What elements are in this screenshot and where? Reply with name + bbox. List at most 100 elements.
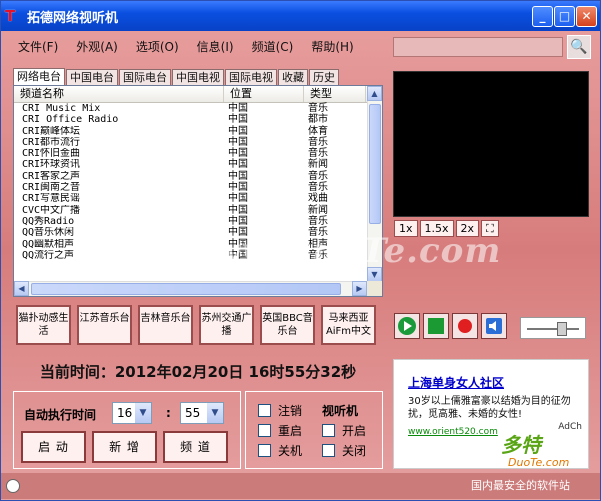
window-title: 拓德网络视听机 — [27, 10, 119, 26]
volume-button[interactable] — [481, 313, 507, 339]
table-row[interactable]: CVC中文广播 中国 新闻 — [14, 205, 382, 216]
status-play-icon[interactable] — [6, 479, 20, 493]
type-cell: 音乐 — [308, 103, 328, 114]
menu-appearance[interactable]: 外观(A) — [67, 35, 127, 57]
search-icon: 🔍 — [570, 39, 588, 55]
hscroll-thumb[interactable] — [31, 283, 341, 295]
shutdown-checkbox[interactable] — [258, 444, 271, 457]
type-cell: 体育 — [308, 125, 328, 137]
ad-text: 30岁以上儒雅富豪以结婚为目的征勿扰，觅高雅、未婚的女性! — [408, 396, 571, 420]
play-button[interactable] — [394, 313, 420, 339]
column-header-name[interactable]: 频道名称 — [14, 86, 224, 102]
table-row[interactable]: CRI环球资讯 中国 新闻 — [14, 159, 382, 170]
logout-checkbox[interactable] — [258, 404, 271, 417]
table-row[interactable]: CRI Music Mix 中国 音乐 — [14, 103, 382, 114]
location-cell: 中国 — [228, 215, 248, 227]
type-cell: 音乐 — [308, 136, 328, 148]
location-cell: 中国 — [228, 159, 248, 171]
tab-favorites[interactable]: 收藏 — [278, 69, 308, 85]
player-on-label: 开启 — [342, 424, 367, 438]
minute-select[interactable]: 55 ▼ — [180, 402, 224, 424]
tab-china-radio[interactable]: 中国电台 — [66, 69, 118, 85]
channel-name-cell: CVC中文广播 — [22, 204, 81, 216]
volume-slider[interactable] — [520, 317, 586, 339]
channel-name-cell: CRI Music Mix — [22, 103, 101, 114]
ad-title[interactable]: 上海单身女人社区 — [408, 374, 588, 391]
tab-intl-tv[interactable]: 国际电视 — [225, 69, 277, 85]
search-input[interactable] — [393, 37, 563, 57]
slider-track — [527, 328, 579, 330]
channel-name-cell: QQ秀Radio — [22, 215, 75, 227]
minimize-button[interactable]: _ — [532, 6, 553, 27]
table-row[interactable]: CRI写意民谣 中国 戏曲 — [14, 193, 382, 204]
quick-channel-button[interactable]: 马来西亚AiFm中文 — [321, 305, 376, 345]
scroll-up-icon[interactable]: ▲ — [367, 86, 382, 101]
column-header-type[interactable]: 类型 — [304, 86, 366, 102]
location-cell: 中国 — [228, 136, 248, 148]
slider-knob[interactable] — [557, 322, 567, 336]
chevron-down-icon[interactable]: ▼ — [135, 403, 151, 423]
channel-button[interactable]: 频 道 — [163, 431, 228, 463]
quick-channel-button[interactable]: 英国BBC音乐台 — [260, 305, 315, 345]
table-row[interactable]: CRI都市流行 中国 音乐 — [14, 137, 382, 148]
ad-panel[interactable]: 上海单身女人社区 30岁以上儒雅富豪以结婚为目的征勿扰，觅高雅、未婚的女性! w… — [393, 359, 589, 469]
tab-history[interactable]: 历史 — [309, 69, 339, 85]
type-cell: 新闻 — [308, 159, 328, 171]
location-cell: 中国 — [228, 125, 248, 137]
adchoices-label[interactable]: AdCh — [558, 422, 582, 432]
player-on-checkbox[interactable] — [322, 424, 335, 437]
channel-name-cell: CRI Office Radio — [22, 114, 119, 126]
scroll-right-icon[interactable]: ▶ — [352, 281, 367, 296]
tab-web-radio[interactable]: 网络电台 — [13, 68, 65, 85]
type-cell: 音乐 — [308, 148, 328, 160]
auto-time-label: 自动执行时间 — [24, 408, 97, 422]
start-button[interactable]: 启 动 — [21, 431, 86, 463]
hour-select[interactable]: 16 ▼ — [112, 402, 152, 424]
record-button[interactable] — [452, 313, 478, 339]
tab-intl-radio[interactable]: 国际电台 — [119, 69, 171, 85]
menu-bar: 文件(F) 外观(A) 选项(O) 信息(I) 频道(C) 帮助(H) — [9, 35, 363, 57]
table-row[interactable]: CRI客家之声 中国 音乐 — [14, 171, 382, 182]
video-screen[interactable] — [393, 71, 589, 217]
quick-channel-button[interactable]: 江苏音乐台 — [77, 305, 132, 345]
location-cell: 中国 — [228, 114, 248, 126]
channel-name-cell: CRI巅峰体坛 — [22, 125, 81, 137]
menu-file[interactable]: 文件(F) — [9, 35, 67, 57]
table-row[interactable]: CRI Office Radio 中国 都市 — [14, 114, 382, 125]
channel-name-cell: CRI环球资讯 — [22, 159, 81, 171]
table-row[interactable]: QQ秀Radio 中国 音乐 — [14, 216, 382, 227]
channel-name-cell: CRI怀旧金曲 — [22, 148, 81, 160]
restart-checkbox[interactable] — [258, 424, 271, 437]
menu-info[interactable]: 信息(I) — [188, 35, 243, 57]
channel-name-cell: CRI闽南之音 — [22, 182, 81, 194]
menu-options[interactable]: 选项(O) — [127, 35, 188, 57]
column-header-location[interactable]: 位置 — [224, 86, 304, 102]
site-slogan: 国内最安全的软件站 — [471, 479, 570, 492]
search-button[interactable]: 🔍 — [567, 35, 591, 59]
type-cell: 音乐 — [308, 215, 328, 227]
scroll-thumb[interactable] — [369, 104, 381, 224]
quick-channel-button[interactable]: 猫扑动感生活 — [16, 305, 71, 345]
record-icon — [458, 319, 472, 333]
quick-channels: 猫扑动感生活 江苏音乐台 吉林音乐台 苏州交通广播 英国BBC音乐台 马来西亚A… — [13, 301, 383, 351]
site-logo: 多特 — [501, 433, 541, 457]
tab-china-tv[interactable]: 中国电视 — [172, 69, 224, 85]
player-header: 视听机 — [322, 404, 359, 418]
horizontal-scrollbar[interactable]: ◀ ▶ — [14, 281, 367, 296]
add-button[interactable]: 新 增 — [92, 431, 157, 463]
close-button[interactable]: ✕ — [576, 6, 597, 27]
speaker-icon — [486, 318, 502, 334]
scroll-left-icon[interactable]: ◀ — [14, 281, 29, 296]
table-row[interactable]: CRI闽南之音 中国 音乐 — [14, 182, 382, 193]
quick-channel-button[interactable]: 吉林音乐台 — [138, 305, 193, 345]
stop-button[interactable] — [423, 313, 449, 339]
chevron-down-icon[interactable]: ▼ — [207, 403, 223, 423]
player-off-checkbox[interactable] — [322, 444, 335, 457]
menu-channel[interactable]: 频道(C) — [243, 35, 303, 57]
table-row[interactable]: CRI怀旧金曲 中国 音乐 — [14, 148, 382, 159]
maximize-button[interactable]: □ — [554, 6, 575, 27]
table-row[interactable]: CRI巅峰体坛 中国 体育 — [14, 126, 382, 137]
quick-channel-button[interactable]: 苏州交通广播 — [199, 305, 254, 345]
list-header: 频道名称 位置 类型 — [14, 86, 382, 103]
menu-help[interactable]: 帮助(H) — [302, 35, 362, 57]
